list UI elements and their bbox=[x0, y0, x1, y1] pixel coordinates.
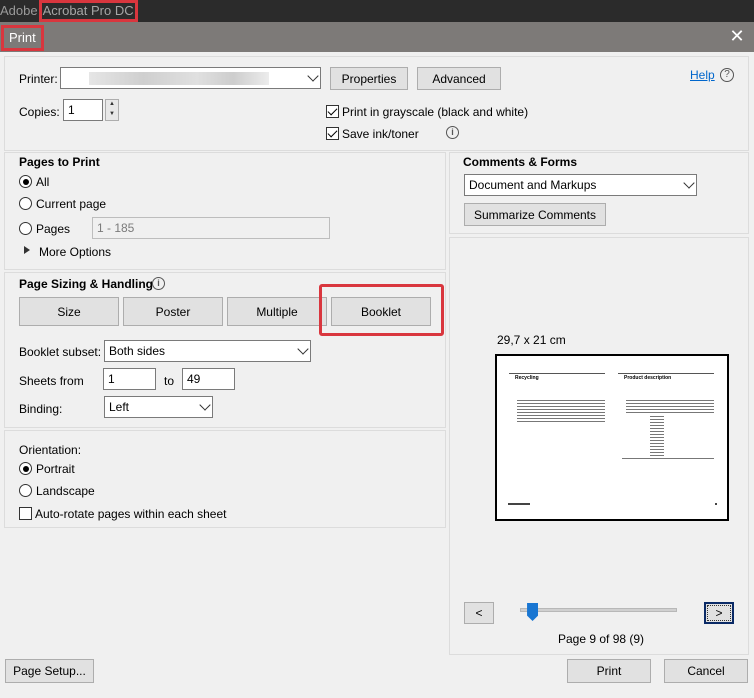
summarize-comments-button[interactable]: Summarize Comments bbox=[464, 203, 606, 226]
save-ink-label: Save ink/toner bbox=[342, 127, 419, 141]
dialog-titlebar bbox=[0, 22, 754, 52]
copies-stepper[interactable]: ▲ ▼ bbox=[105, 99, 119, 121]
preview-left-rule bbox=[509, 373, 605, 374]
booklet-highlight bbox=[319, 284, 444, 336]
all-radio[interactable] bbox=[19, 175, 32, 188]
pages-range-input[interactable]: 1 - 185 bbox=[92, 217, 330, 239]
current-page-radio[interactable] bbox=[19, 197, 32, 210]
comments-select-value: Document and Markups bbox=[469, 178, 597, 192]
page-slider-track[interactable] bbox=[520, 608, 677, 612]
printer-name-redacted bbox=[89, 72, 269, 85]
landscape-label: Landscape bbox=[36, 484, 95, 498]
print-button[interactable]: Print bbox=[567, 659, 651, 683]
cancel-button[interactable]: Cancel bbox=[664, 659, 748, 683]
preview-right-heading: Product description bbox=[624, 375, 672, 381]
properties-button[interactable]: Properties bbox=[330, 67, 408, 90]
save-ink-checkbox[interactable] bbox=[326, 127, 339, 140]
pages-to-print-heading: Pages to Print bbox=[19, 155, 100, 169]
dialog-title: Print bbox=[1, 25, 44, 51]
auto-rotate-checkbox[interactable] bbox=[19, 507, 32, 520]
landscape-radio[interactable] bbox=[19, 484, 32, 497]
printer-select[interactable] bbox=[60, 67, 321, 89]
comments-select[interactable]: Document and Markups bbox=[464, 174, 697, 196]
sheets-from-label: Sheets from bbox=[19, 374, 84, 388]
info-icon[interactable]: i bbox=[446, 126, 459, 139]
orientation-heading: Orientation: bbox=[19, 443, 82, 457]
preview-right-page: Product description bbox=[616, 364, 719, 512]
preview-thumbnail: Recycling Product description bbox=[495, 354, 729, 521]
tab-size[interactable]: Size bbox=[19, 297, 119, 326]
preview-right-rule bbox=[618, 373, 714, 374]
page-setup-button[interactable]: Page Setup... bbox=[5, 659, 94, 683]
stepper-down-icon[interactable]: ▼ bbox=[106, 110, 118, 119]
preview-right-list bbox=[650, 416, 664, 456]
pages-radio[interactable] bbox=[19, 222, 32, 235]
auto-rotate-label: Auto-rotate pages within each sheet bbox=[35, 507, 227, 521]
info-icon[interactable]: i bbox=[152, 277, 165, 290]
booklet-subset-label: Booklet subset: bbox=[19, 345, 102, 359]
preview-footer-mark bbox=[508, 503, 530, 505]
stepper-up-icon[interactable]: ▲ bbox=[106, 100, 118, 109]
page-status: Page 9 of 98 (9) bbox=[558, 632, 645, 646]
preview-page-number bbox=[715, 503, 717, 505]
binding-select[interactable]: Left bbox=[104, 396, 213, 418]
preview-left-heading: Recycling bbox=[515, 375, 539, 381]
portrait-label: Portrait bbox=[36, 462, 75, 476]
chevron-down-icon bbox=[199, 399, 211, 411]
copies-label: Copies: bbox=[19, 105, 60, 119]
grayscale-checkbox[interactable] bbox=[326, 105, 339, 118]
preview-size-label: 29,7 x 21 cm bbox=[497, 333, 566, 347]
more-options-label[interactable]: More Options bbox=[39, 245, 111, 259]
sheets-to-input[interactable]: 49 bbox=[182, 368, 235, 390]
chevron-down-icon bbox=[297, 343, 309, 355]
preview-right-table bbox=[626, 400, 714, 414]
page-sizing-heading: Page Sizing & Handling bbox=[19, 277, 154, 291]
to-label: to bbox=[164, 374, 175, 388]
caret-right-icon[interactable] bbox=[24, 246, 30, 254]
booklet-subset-value: Both sides bbox=[109, 344, 166, 358]
close-icon[interactable]: ✕ bbox=[728, 26, 746, 46]
pages-label: Pages bbox=[36, 222, 71, 236]
chevron-down-icon bbox=[683, 177, 695, 189]
comments-heading: Comments & Forms bbox=[463, 155, 578, 169]
help-link[interactable]: Help bbox=[690, 68, 715, 82]
help-icon[interactable]: ? bbox=[720, 68, 734, 82]
preview-left-text bbox=[517, 400, 605, 422]
app-title-prefix: Adobe bbox=[0, 3, 38, 18]
prev-page-button[interactable]: < bbox=[464, 602, 494, 624]
app-title-name: Acrobat Pro DC bbox=[38, 0, 138, 22]
sheets-from-input[interactable]: 1 bbox=[103, 368, 156, 390]
app-title: Adobe Acrobat Pro DC bbox=[0, 0, 138, 22]
chevron-down-icon bbox=[307, 70, 319, 82]
portrait-radio[interactable] bbox=[19, 462, 32, 475]
grayscale-label: Print in grayscale (black and white) bbox=[342, 105, 529, 119]
current-page-label: Current page bbox=[36, 197, 107, 211]
all-label: All bbox=[36, 175, 50, 189]
next-page-button[interactable]: > bbox=[704, 602, 734, 624]
booklet-subset-select[interactable]: Both sides bbox=[104, 340, 311, 362]
preview-right-rule-bottom bbox=[622, 458, 714, 459]
tab-multiple[interactable]: Multiple bbox=[227, 297, 327, 326]
binding-value: Left bbox=[109, 400, 130, 414]
binding-label: Binding: bbox=[19, 402, 63, 416]
copies-input[interactable]: 1 bbox=[63, 99, 103, 121]
printer-label: Printer: bbox=[19, 72, 58, 86]
preview-left-page: Recycling bbox=[505, 364, 608, 512]
advanced-button[interactable]: Advanced bbox=[417, 67, 501, 90]
tab-poster[interactable]: Poster bbox=[123, 297, 223, 326]
